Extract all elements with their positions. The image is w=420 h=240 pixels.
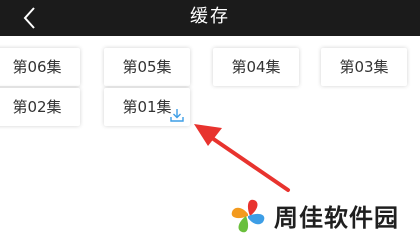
episode-label: 第01集 xyxy=(122,98,172,116)
top-bar: 缓存 xyxy=(0,0,420,36)
watermark-logo xyxy=(231,199,265,233)
episode-label: 第05集 xyxy=(122,58,172,76)
episode-item-06[interactable]: 第06集 xyxy=(0,48,80,86)
watermark: 周佳软件园 xyxy=(228,196,418,236)
episode-label: 第02集 xyxy=(12,98,62,116)
episode-label: 第06集 xyxy=(12,58,62,76)
episode-label: 第04集 xyxy=(231,58,281,76)
watermark-text: 周佳软件园 xyxy=(274,204,399,232)
episode-item-02[interactable]: 第02集 xyxy=(0,88,80,126)
download-icon xyxy=(170,108,184,122)
episode-item-01[interactable]: 第01集 xyxy=(104,88,190,126)
episode-item-05[interactable]: 第05集 xyxy=(104,48,190,86)
episode-label: 第03集 xyxy=(339,58,389,76)
episode-item-03[interactable]: 第03集 xyxy=(321,48,407,86)
page-title: 缓存 xyxy=(190,6,230,27)
episode-item-04[interactable]: 第04集 xyxy=(213,48,299,86)
